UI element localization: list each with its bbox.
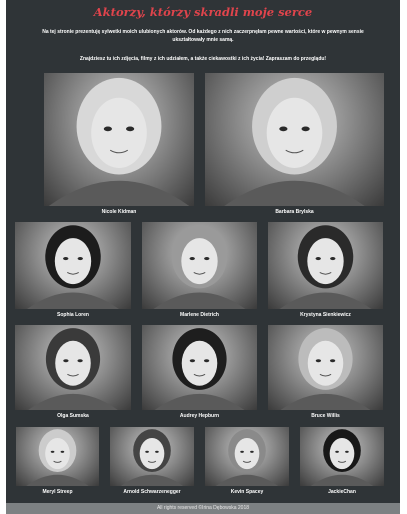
portrait-icon	[48, 77, 190, 206]
actor-card-olga-sumska[interactable]: Olga Sumska	[15, 325, 131, 421]
actor-name[interactable]: Kevin Spacey	[205, 489, 289, 495]
actor-card-arnold-schwarzenegger[interactable]: Arnold Schwarzenegger	[110, 427, 194, 497]
actor-photo[interactable]	[16, 427, 99, 486]
actor-photo[interactable]	[300, 427, 384, 486]
actor-photo[interactable]	[268, 222, 383, 309]
actor-name[interactable]: Marlene Dietrich	[142, 312, 257, 318]
portrait-icon	[154, 328, 245, 410]
actor-card-bruce-willis[interactable]: Bruce Willis	[268, 325, 383, 421]
actor-name[interactable]: Audrey Hepburn	[142, 413, 257, 419]
actor-photo[interactable]	[268, 325, 383, 410]
actor-photo[interactable]	[110, 427, 194, 486]
actor-card-krystyna-sienkiewicz[interactable]: Krystyna Sienkiewicz	[268, 222, 383, 320]
portrait-icon	[215, 429, 279, 486]
actor-card-nicole-kidman[interactable]: Nicole Kidman	[44, 73, 194, 217]
actor-photo[interactable]	[142, 222, 257, 309]
portrait-icon	[153, 225, 246, 309]
actor-name[interactable]: Arnold Schwarzenegger	[110, 489, 194, 495]
actor-name[interactable]: Krystyna Sienkiewicz	[268, 312, 383, 318]
actor-name[interactable]: Bruce Willis	[268, 413, 383, 419]
actor-photo[interactable]	[205, 427, 289, 486]
page-container: Aktorzy, którzy skradli moje serce Na te…	[6, 0, 400, 514]
footer: All rights reserved ©Irina Dębowska 2018	[6, 503, 400, 514]
portrait-icon	[310, 429, 374, 486]
intro-paragraph: Na tej stronie prezentuję sylwetki moich…	[42, 29, 364, 43]
page-title: Aktorzy, którzy skradli moje serce	[93, 5, 313, 19]
actor-card-audrey-hepburn[interactable]: Audrey Hepburn	[142, 325, 257, 421]
actor-card-jackiechan[interactable]: JackieChan	[300, 427, 384, 497]
portrait-icon	[280, 328, 371, 410]
actor-photo[interactable]	[205, 73, 384, 206]
actor-card-marlene-dietrich[interactable]: Marlene Dietrich	[142, 222, 257, 320]
actor-name[interactable]: Meryl Streep	[16, 489, 99, 495]
actor-photo[interactable]	[15, 222, 131, 309]
portrait-icon	[27, 225, 119, 309]
intro-paragraph-secondary: Znajdziesz tu ich zdjęcia, filmy z ich u…	[79, 56, 327, 62]
portrait-icon	[224, 77, 365, 206]
portrait-icon	[26, 429, 89, 486]
actor-card-meryl-streep[interactable]: Meryl Streep	[16, 427, 99, 497]
actor-photo[interactable]	[142, 325, 257, 410]
portrait-icon	[28, 328, 118, 410]
actor-name[interactable]: Barbara Brylska	[205, 209, 384, 215]
actor-card-barbara-brylska[interactable]: Barbara Brylska	[205, 73, 384, 217]
portrait-icon	[279, 225, 372, 309]
actor-card-kevin-spacey[interactable]: Kevin Spacey	[205, 427, 289, 497]
actor-name[interactable]: Sophia Loren	[15, 312, 131, 318]
actor-card-sophia-loren[interactable]: Sophia Loren	[15, 222, 131, 320]
actor-name[interactable]: Nicole Kidman	[44, 209, 194, 215]
portrait-icon	[120, 429, 184, 486]
actor-name[interactable]: Olga Sumska	[15, 413, 131, 419]
actor-name[interactable]: JackieChan	[300, 489, 384, 495]
actor-photo[interactable]	[15, 325, 131, 410]
actor-photo[interactable]	[44, 73, 194, 206]
